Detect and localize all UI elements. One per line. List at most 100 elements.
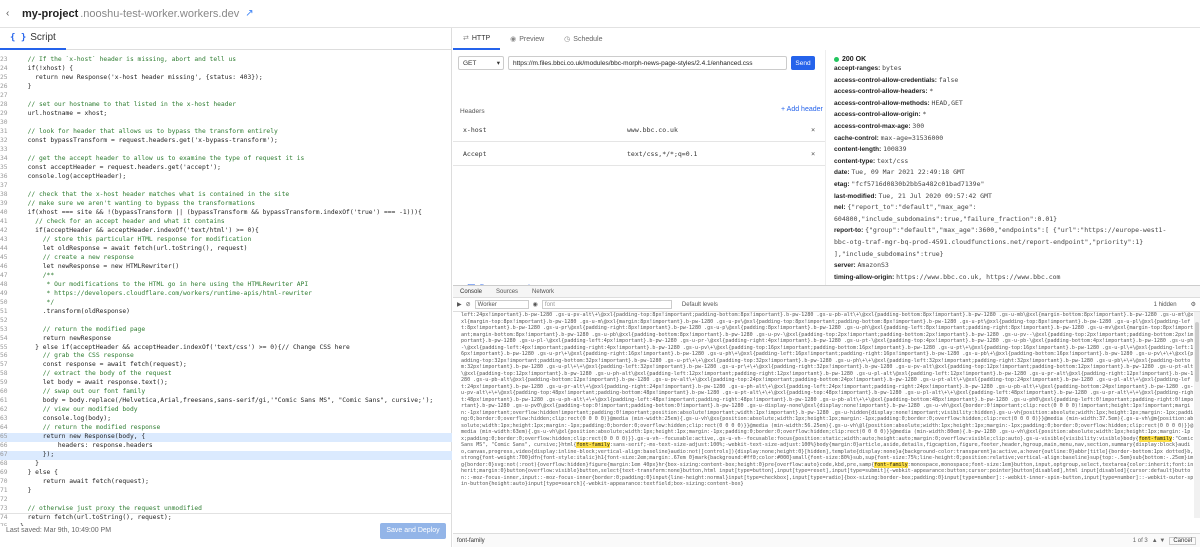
code-line: 72 [0,496,452,505]
header-key[interactable]: Accept [453,150,627,158]
close-icon[interactable]: × [811,126,825,134]
line-number: 31 [0,127,8,135]
response-header-key: etag: [834,180,850,188]
code-line: 33 [0,146,452,155]
line-number: 58 [0,370,8,378]
code-text: // get the accept header to allow us to … [20,154,305,162]
code-text: // look for header that allows us to byp… [20,127,278,135]
code-line: 34 // get the accept header to allow us … [0,155,452,164]
method-value: GET [463,59,477,67]
save-and-deploy-button[interactable]: Save and Deploy [380,522,446,539]
code-text: url.hostname = xhost; [20,109,108,117]
gear-icon[interactable]: ⚙ [1191,301,1196,308]
code-text: }); [20,451,55,459]
url-input[interactable]: https://m.files.bbci.co.uk/modules/bbc-m… [508,56,787,70]
response-header-value: text/css [876,156,909,165]
tab-schedule[interactable]: ◷ Schedule [554,28,612,50]
line-number: 67 [0,451,8,459]
play-icon[interactable]: ▶ [457,301,462,308]
code-line: 63 console.log(body); [0,415,452,424]
add-header-button[interactable]: + Add header [781,106,823,113]
response-panel: 200 OK accept-ranges: bytes access-contro… [825,50,1200,290]
line-number: 27 [0,91,8,99]
code-text: console.log(body); [20,415,111,423]
tab-sources[interactable]: Sources [489,289,525,295]
arrows-icon: ⇄ [463,35,469,42]
cancel-button[interactable]: Cancel [1169,536,1196,545]
project-name[interactable]: my-project [22,8,78,20]
tab-console[interactable]: Console [453,289,489,295]
response-header-value: false [938,75,959,84]
line-number: 32 [0,136,8,144]
code-text: } [20,460,39,468]
line-number: 66 [0,442,8,450]
code-line: 46 let newResponse = new HTMLRewriter() [0,263,452,272]
line-number: 40 [0,208,8,216]
response-header-key: nel: [834,204,846,212]
method-select[interactable]: GET ▾ [458,56,504,70]
code-text: // check that the x-host header matches … [20,190,290,198]
search-nav-icon[interactable]: ▲ ▼ [1152,538,1166,544]
header-key[interactable]: x-host [453,126,627,134]
response-header-value: AmazonS3 [857,261,889,270]
levels-select[interactable]: Default levels [682,302,718,308]
tab-network[interactable]: Network [525,289,561,295]
tab-http[interactable]: ⇄ HTTP [453,28,501,50]
eye-icon[interactable]: ◉ [533,301,538,308]
code-line: 38 // check that the x-host header match… [0,191,452,200]
code-line: 37 [0,182,452,191]
block-icon[interactable]: ⊘ [466,301,471,308]
response-header-row: content-length: 100839 [834,144,1200,156]
code-line: 65 return new Response(body, { [0,433,452,443]
close-icon[interactable]: × [811,150,825,158]
line-number: 68 [0,460,8,468]
line-number: 49 [0,289,8,297]
code-text: * https://developers.cloudflare.com/work… [20,289,312,297]
console-log: left:24px!important}.b-pw-1280 .gs-u-pv-… [453,312,1194,518]
search-bar: font-family 1 of 3 ▲ ▼ Cancel [453,533,1200,547]
send-button[interactable]: Send [791,56,815,70]
code-line: 32 const bypassTransform = request.heade… [0,137,452,146]
code-line: 57 const response = await fetch(request)… [0,361,452,370]
header-row: x-host www.bbc.co.uk × [453,118,825,142]
response-header-value: ],"include_subdomains":true} [834,249,944,258]
code-text: const acceptHeader = request.headers.get… [20,163,221,171]
code-text: return new Response('x-host header missi… [20,73,263,81]
code-line: 42 if(acceptHeader && acceptHeader.index… [0,227,452,236]
line-number: 44 [0,244,8,252]
response-header-key: last-modified: [834,192,877,200]
code-text: // set our hostname to that listed in th… [20,100,237,108]
chevron-left-icon[interactable]: ‹ [6,8,22,19]
header-value[interactable]: text/css,*/*;q=0.1 [627,150,811,158]
chevron-down-icon: ▾ [496,60,500,67]
response-header-row: nel: {"report_to":"default","max_age": [834,202,1200,214]
log-text: left:24px!important}.b-pw-1280 .gs-u-pv-… [461,312,1194,442]
code-line: 48 * Our modifications to the HTML go in… [0,281,452,290]
external-link-icon[interactable]: ↗ [245,8,253,19]
search-input[interactable]: font-family [457,538,485,544]
code-text: const bypassTransform = request.headers.… [20,136,278,144]
code-text: .transform(oldResponse) [20,307,130,315]
filter-input[interactable]: font [541,300,672,309]
code-line: 39 // make sure we aren't wanting to byp… [0,200,452,209]
code-line: 29 url.hostname = xhost; [0,110,452,119]
response-header-value: * [929,87,934,96]
response-header-value: 100839 [883,145,907,154]
line-number: 52 [0,316,8,324]
line-number: 56 [0,352,8,360]
line-number: 43 [0,235,8,243]
response-header-row: report-to: {"group":"default","max_age":… [834,225,1200,237]
code-editor[interactable]: 23 // If the `x-host` header is missing,… [0,56,452,526]
console-scrollbar[interactable] [1194,312,1200,518]
response-header-key: report-to: [834,227,864,235]
code-line: 26 } [0,83,452,92]
tab-preview[interactable]: ◉ Preview [500,28,554,50]
context-select[interactable]: Worker [474,300,529,309]
header-value[interactable]: www.bbc.co.uk [627,126,811,134]
code-line: 68 } [0,460,452,469]
code-line: 52 [0,317,452,326]
tab-script[interactable]: { } Script [0,28,66,50]
line-number: 35 [0,163,8,171]
response-header-value: max-age=31536000 [880,133,944,142]
line-number: 41 [0,217,8,225]
